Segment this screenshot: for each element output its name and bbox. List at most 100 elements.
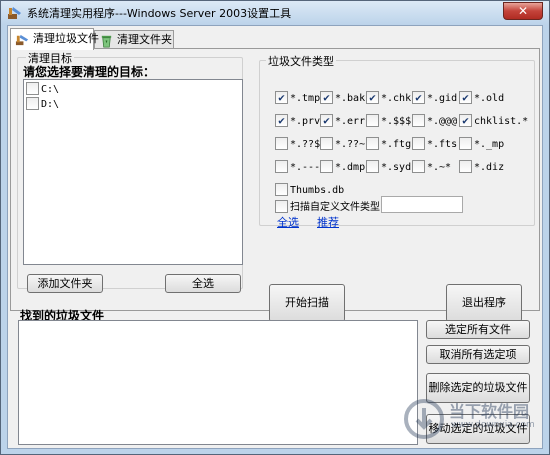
filetype-option-mp[interactable]: *._mp: [459, 137, 504, 151]
add-folder-button[interactable]: 添加文件夹: [27, 274, 103, 293]
filetype-label: *.@@@: [427, 116, 458, 127]
drive-c-label: C:\: [41, 84, 60, 95]
filetype-checkbox[interactable]: [275, 91, 288, 104]
filetype-label: *.??~: [335, 139, 366, 150]
drive-item-d[interactable]: D:\: [26, 97, 59, 111]
filetype-checkbox[interactable]: [412, 137, 425, 150]
filetype-option-syd[interactable]: *.syd: [366, 160, 411, 174]
filetype-option-prv[interactable]: *.prv: [275, 114, 320, 128]
drive-c-checkbox[interactable]: [26, 82, 39, 95]
custom-type-input[interactable]: [381, 196, 463, 213]
filetype-checkbox[interactable]: [459, 114, 472, 127]
close-icon: ✕: [517, 4, 529, 18]
filetype-option-gid[interactable]: *.gid: [412, 91, 457, 105]
filetype-checkbox[interactable]: [459, 160, 472, 173]
start-scan-button[interactable]: 开始扫描: [269, 284, 345, 322]
drive-item-c[interactable]: C:\: [26, 82, 59, 96]
filetype-option-chklist[interactable]: chklist.*: [459, 114, 528, 128]
drive-list[interactable]: C:\ D:\: [23, 79, 243, 265]
filetype-checkbox[interactable]: [320, 160, 333, 173]
filetype-label: *.diz: [474, 162, 505, 173]
filetype-checkbox[interactable]: [412, 91, 425, 104]
filetype-label: *.fts: [427, 139, 458, 150]
window-title: 系统清理实用程序---Windows Server 2003设置工具: [27, 7, 292, 20]
filetype-label: *.dmp: [335, 162, 366, 173]
filetype-option-thumbsdb[interactable]: Thumbs.db: [275, 183, 344, 197]
tab-label: 清理垃圾文件: [33, 32, 99, 45]
filetype-label: *.gid: [427, 93, 458, 104]
client-area: 清理垃圾文件 清理文件夹 清理目标 请您选择要清理的目标： C:\ D:\ 添加…: [7, 25, 543, 449]
filetype-option-dmp[interactable]: *.dmp: [320, 160, 365, 174]
filetype-option-type15[interactable]: *.---: [275, 160, 320, 174]
filetype-checkbox[interactable]: [412, 114, 425, 127]
drive-d-label: D:\: [41, 99, 60, 110]
filetype-option-diz[interactable]: *.diz: [459, 160, 504, 174]
filetype-option-type8[interactable]: *.@@@: [412, 114, 457, 128]
recommend-types-link[interactable]: 推荐: [317, 214, 339, 230]
filetype-checkbox[interactable]: [320, 137, 333, 150]
custom-type-checkbox[interactable]: [275, 200, 288, 213]
filetype-label: *.old: [474, 93, 505, 104]
filetype-option-type18[interactable]: *.~*: [412, 160, 451, 174]
filetype-label: *.chk: [381, 93, 412, 104]
filetype-group-legend: 垃圾文件类型: [266, 53, 336, 69]
filetype-option-type10[interactable]: *.??$: [275, 137, 320, 151]
filetype-label: *.bak: [335, 93, 366, 104]
filetype-option-chk[interactable]: *.chk: [366, 91, 411, 105]
filetype-label: *.??$: [290, 139, 321, 150]
filetype-checkbox[interactable]: [366, 137, 379, 150]
filetype-label: *.tmp: [290, 93, 321, 104]
filetype-checkbox[interactable]: [366, 114, 379, 127]
drive-d-checkbox[interactable]: [26, 97, 39, 110]
select-all-files-button[interactable]: 选定所有文件: [426, 320, 530, 339]
filetype-option-ftg[interactable]: *.ftg: [366, 137, 411, 151]
tab-panel-clean-junk: 清理目标 请您选择要清理的目标： C:\ D:\ 添加文件夹 全选 垃圾文件类型…: [10, 48, 540, 322]
filetype-checkbox[interactable]: [275, 183, 288, 196]
exit-button[interactable]: 退出程序: [446, 284, 522, 322]
filetype-checkbox[interactable]: [275, 137, 288, 150]
filetype-option-bak[interactable]: *.bak: [320, 91, 365, 105]
filetype-checkbox[interactable]: [320, 91, 333, 104]
found-files-list[interactable]: [18, 320, 418, 445]
filetype-checkbox[interactable]: [459, 91, 472, 104]
select-all-targets-button[interactable]: 全选: [165, 274, 241, 293]
filetype-label: Thumbs.db: [290, 185, 345, 196]
filetype-label: *.$$$: [381, 116, 412, 127]
delete-selected-button[interactable]: 删除选定的垃圾文件: [426, 373, 530, 403]
filetype-option-type7[interactable]: *.$$$: [366, 114, 411, 128]
filetype-option-err[interactable]: *.err: [320, 114, 365, 128]
deselect-all-button[interactable]: 取消所有选定项: [426, 345, 530, 364]
move-selected-button[interactable]: 移动选定的垃圾文件: [426, 414, 530, 444]
filetype-label: *._mp: [474, 139, 505, 150]
filetype-label: *.~*: [427, 162, 452, 173]
filetype-option-fts[interactable]: *.fts: [412, 137, 457, 151]
filetype-label: *.err: [335, 116, 366, 127]
target-prompt: 请您选择要清理的目标：: [23, 65, 156, 79]
filetype-checkbox[interactable]: [366, 91, 379, 104]
custom-type-label: 扫描自定义文件类型: [290, 202, 380, 213]
filetype-label: *.---: [290, 162, 321, 173]
filetype-checkbox[interactable]: [459, 137, 472, 150]
filetype-label: *.prv: [290, 116, 321, 127]
filetype-option-tmp[interactable]: *.tmp: [275, 91, 320, 105]
filetype-checkbox[interactable]: [320, 114, 333, 127]
filetype-option-old[interactable]: *.old: [459, 91, 504, 105]
custom-type-option[interactable]: 扫描自定义文件类型: [275, 200, 380, 214]
filetype-checkbox[interactable]: [366, 160, 379, 173]
filetype-label: *.ftg: [381, 139, 412, 150]
recycle-bin-icon: [101, 35, 112, 48]
filetype-label: *.syd: [381, 162, 412, 173]
tab-label: 清理文件夹: [117, 33, 172, 46]
select-all-types-link[interactable]: 全选: [277, 214, 299, 230]
broom-app-icon: [8, 7, 21, 19]
filetype-checkbox[interactable]: [275, 114, 288, 127]
filetype-checkbox[interactable]: [275, 160, 288, 173]
filetype-label: chklist.*: [474, 116, 529, 127]
app-window: 系统清理实用程序---Windows Server 2003设置工具 ✕ 清理垃…: [0, 0, 550, 455]
tab-clean-folders[interactable]: 清理文件夹: [94, 30, 174, 49]
filetype-checkbox[interactable]: [412, 160, 425, 173]
close-button[interactable]: ✕: [503, 2, 543, 20]
title-bar[interactable]: 系统清理实用程序---Windows Server 2003设置工具 ✕: [1, 1, 549, 25]
tab-clean-junk-files[interactable]: 清理垃圾文件: [10, 28, 99, 50]
filetype-option-type11[interactable]: *.??~: [320, 137, 365, 151]
